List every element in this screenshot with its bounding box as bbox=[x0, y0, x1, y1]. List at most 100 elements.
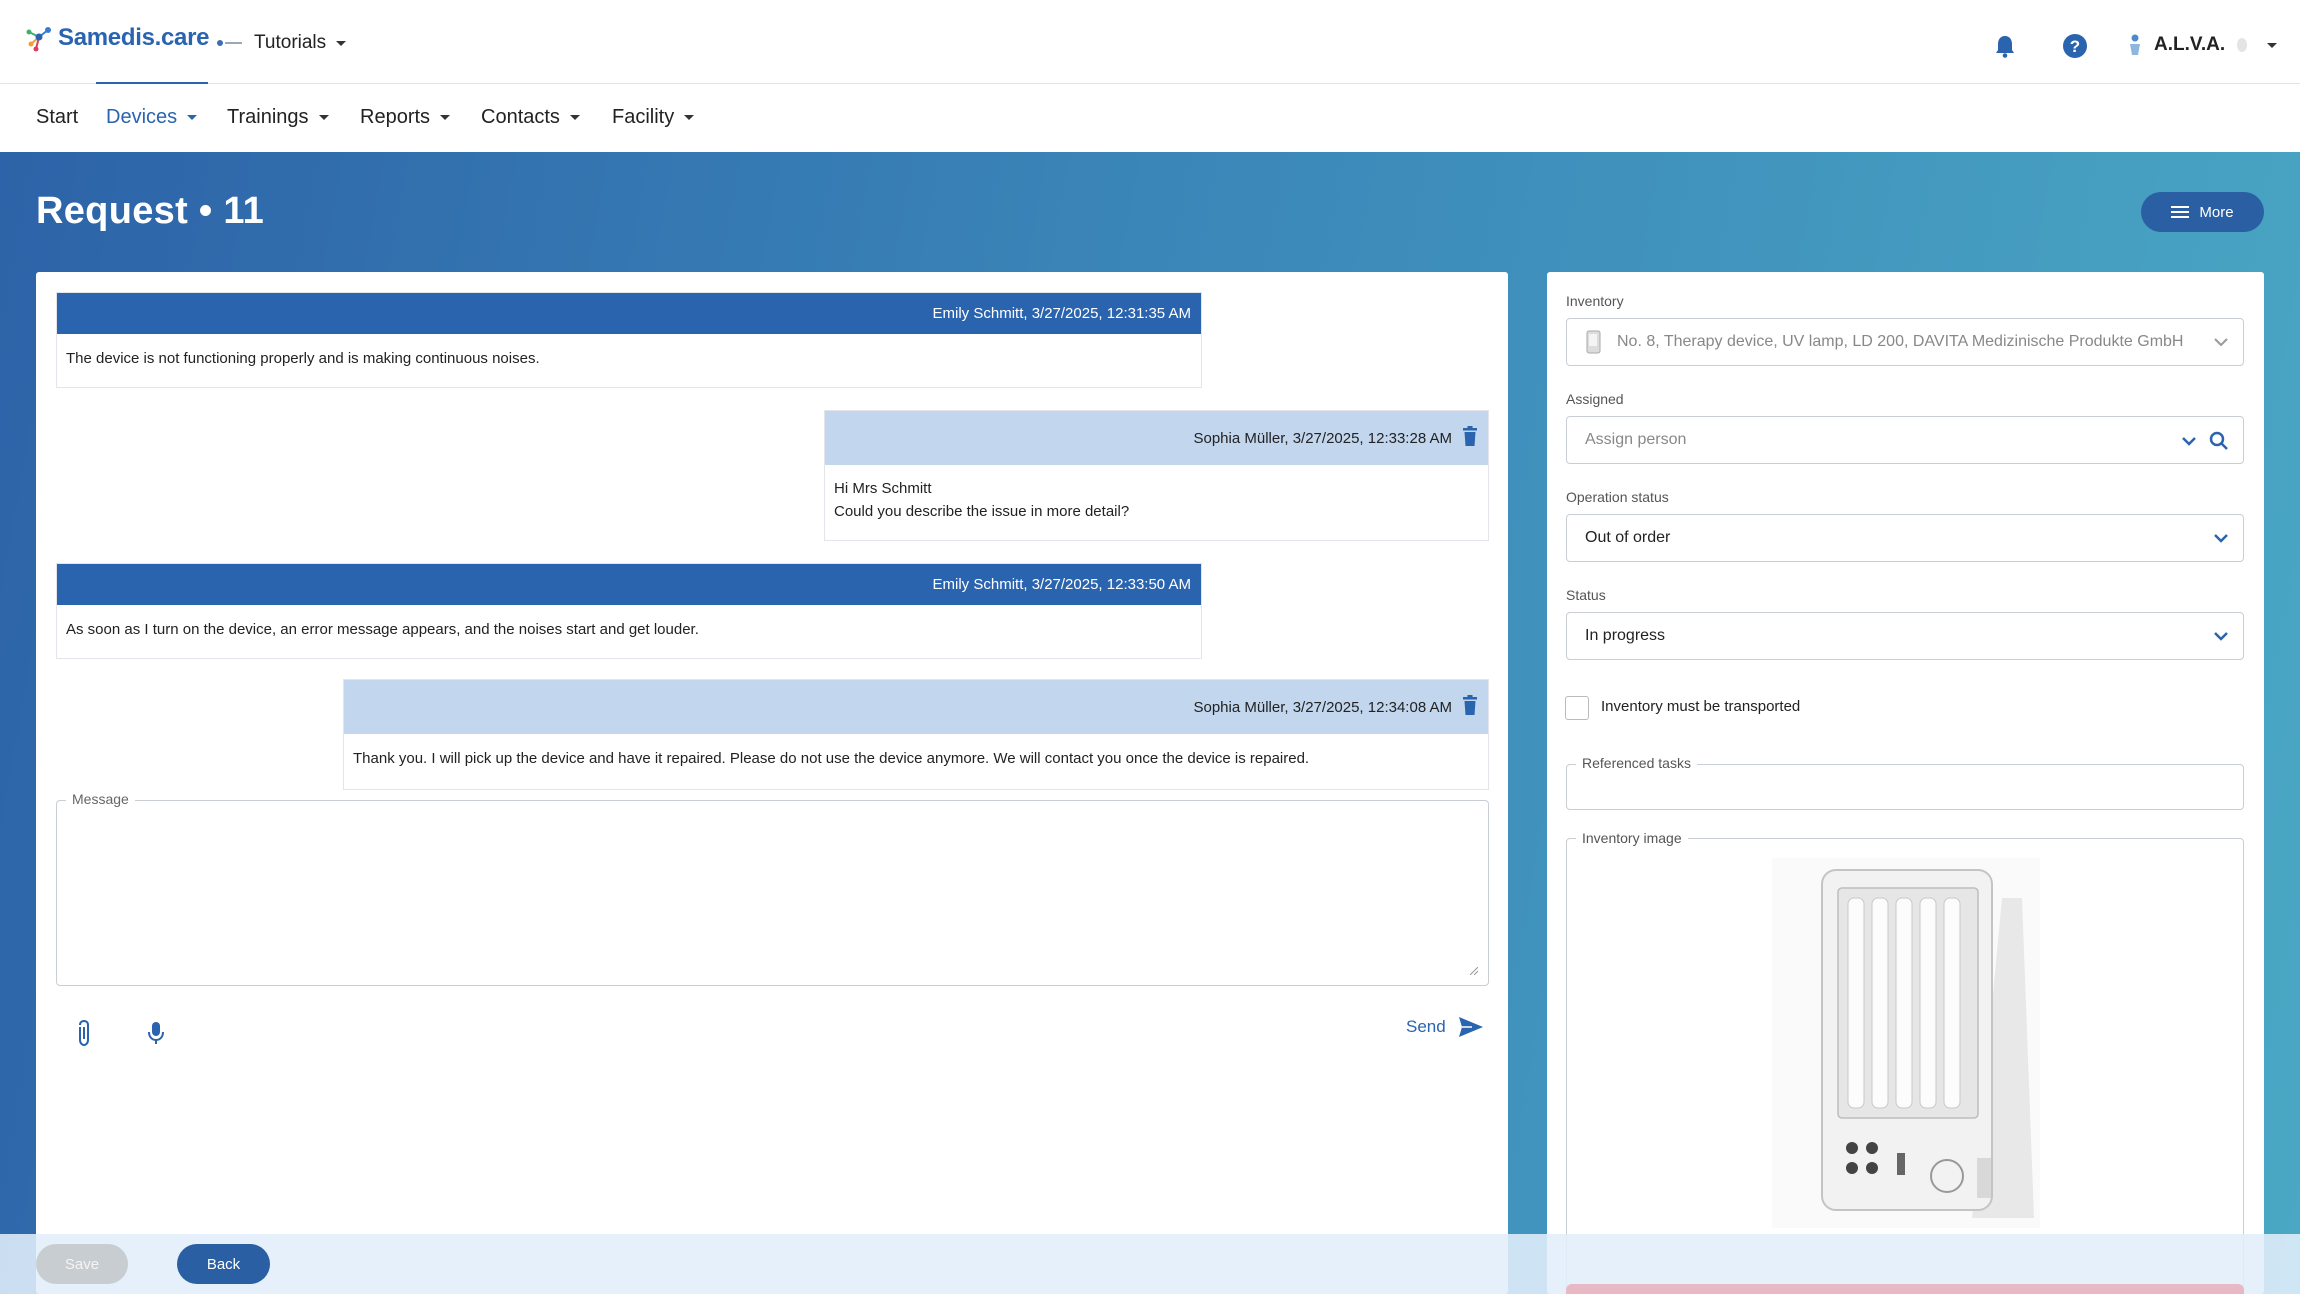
operation-status-select[interactable]: Out of order bbox=[1566, 514, 2244, 562]
message-outgoing: Sophia Müller, 3/27/2025, 12:33:28 AM Hi… bbox=[824, 410, 1489, 541]
send-icon bbox=[1458, 1017, 1483, 1037]
device-thumbnail-icon bbox=[1586, 330, 1601, 354]
tenant-name: Tutorials bbox=[254, 32, 327, 53]
message-body: As soon as I turn on the device, an erro… bbox=[66, 621, 699, 638]
nav-trainings[interactable]: Trainings bbox=[227, 106, 329, 129]
network-logo-icon bbox=[26, 27, 51, 52]
help-button[interactable]: ? bbox=[2062, 33, 2088, 64]
back-button[interactable]: Back bbox=[177, 1244, 270, 1284]
message-label: Message bbox=[66, 791, 135, 807]
chevron-down-icon bbox=[318, 115, 329, 120]
message-line: Hi Mrs Schmitt bbox=[834, 480, 932, 497]
inventory-label: Inventory bbox=[1566, 293, 1624, 309]
tenant-logo-icon bbox=[217, 40, 242, 46]
message-body: Thank you. I will pick up the device and… bbox=[353, 750, 1310, 767]
message-body: Hi Mrs Schmitt Could you describe the is… bbox=[825, 465, 1488, 536]
top-bar: Samedis.care Tutorials ? A.L.V.A. bbox=[0, 0, 2300, 84]
message-author: Emily Schmitt, 3/27/2025, 12:33:50 AM bbox=[932, 576, 1191, 593]
operation-status-label: Operation status bbox=[1566, 489, 1669, 505]
operation-status-value: Out of order bbox=[1585, 529, 1671, 546]
assigned-placeholder: Assign person bbox=[1585, 431, 1687, 448]
trash-icon bbox=[1463, 426, 1477, 446]
message-author: Emily Schmitt, 3/27/2025, 12:31:35 AM bbox=[932, 305, 1191, 322]
delete-bar[interactable] bbox=[1566, 1284, 2244, 1294]
nav-start[interactable]: Start bbox=[36, 106, 78, 129]
attach-button[interactable] bbox=[74, 1019, 94, 1052]
status-value: In progress bbox=[1585, 627, 1666, 644]
transport-checkbox[interactable] bbox=[1565, 696, 1589, 720]
message-incoming: Emily Schmitt, 3/27/2025, 12:33:50 AM As… bbox=[56, 563, 1202, 659]
save-button[interactable]: Save bbox=[36, 1244, 128, 1284]
nav-start-label: Start bbox=[36, 106, 79, 128]
main-nav: Start Devices Trainings Reports Contacts… bbox=[0, 84, 2300, 152]
message-header: Emily Schmitt, 3/27/2025, 12:31:35 AM bbox=[57, 293, 1201, 334]
message-header: Sophia Müller, 3/27/2025, 12:34:08 AM bbox=[344, 680, 1488, 734]
delete-message-button[interactable] bbox=[1462, 426, 1478, 450]
message-incoming: Emily Schmitt, 3/27/2025, 12:31:35 AM Th… bbox=[56, 292, 1202, 388]
status-label: Status bbox=[1566, 587, 1606, 603]
inventory-value: No. 8, Therapy device, UV lamp, LD 200, … bbox=[1617, 333, 2187, 350]
tenant-selector[interactable]: Tutorials bbox=[216, 32, 347, 54]
chevron-down-icon bbox=[2214, 534, 2228, 543]
message-author: Sophia Müller, 3/27/2025, 12:34:08 AM bbox=[1193, 698, 1452, 716]
chevron-down-icon bbox=[2267, 42, 2278, 48]
message-header: Sophia Müller, 3/27/2025, 12:33:28 AM bbox=[825, 411, 1488, 465]
referenced-tasks-label: Referenced tasks bbox=[1576, 755, 1697, 771]
page-title: Request • 11 bbox=[36, 190, 265, 232]
menu-icon bbox=[2171, 206, 2190, 218]
send-button[interactable]: Send bbox=[1406, 1016, 1484, 1038]
help-icon: ? bbox=[2063, 34, 2087, 58]
inventory-image-label: Inventory image bbox=[1576, 830, 1688, 846]
search-icon[interactable] bbox=[2209, 431, 2229, 451]
message-author: Sophia Müller, 3/27/2025, 12:33:28 AM bbox=[1193, 429, 1452, 447]
chevron-down-icon bbox=[336, 40, 347, 46]
chevron-down-icon bbox=[569, 115, 580, 120]
user-icon bbox=[2130, 34, 2140, 55]
chevron-down-icon bbox=[187, 115, 198, 120]
assigned-label: Assigned bbox=[1566, 391, 1624, 407]
nav-contacts[interactable]: Contacts bbox=[481, 106, 580, 129]
more-label: More bbox=[2199, 203, 2234, 221]
trash-icon bbox=[1463, 695, 1477, 715]
nav-active-indicator bbox=[96, 82, 208, 84]
nav-devices[interactable]: Devices bbox=[106, 106, 198, 129]
chevron-down-icon bbox=[440, 115, 451, 120]
message-input[interactable] bbox=[56, 800, 1489, 986]
svg-text:?: ? bbox=[2070, 37, 2080, 56]
delete-message-button[interactable] bbox=[1462, 695, 1478, 719]
nav-devices-label: Devices bbox=[106, 106, 178, 128]
nav-trainings-label: Trainings bbox=[227, 106, 309, 128]
chevron-down-icon bbox=[684, 115, 695, 120]
bell-icon bbox=[1996, 36, 2014, 58]
uv-lamp-image bbox=[1772, 858, 2040, 1228]
resize-handle-icon[interactable] bbox=[1470, 967, 1478, 975]
microphone-icon bbox=[148, 1022, 164, 1044]
nav-contacts-label: Contacts bbox=[481, 106, 560, 128]
chevron-down-icon bbox=[2214, 338, 2228, 347]
inventory-select[interactable]: No. 8, Therapy device, UV lamp, LD 200, … bbox=[1566, 318, 2244, 366]
avatar-icon bbox=[2237, 38, 2248, 52]
paperclip-icon bbox=[79, 1019, 89, 1047]
nav-facility-label: Facility bbox=[612, 106, 675, 128]
voice-record-button[interactable] bbox=[146, 1019, 166, 1052]
user-menu[interactable]: A.L.V.A. bbox=[2126, 33, 2278, 57]
assigned-select[interactable]: Assign person bbox=[1566, 416, 2244, 464]
logo-text: Samedis.care bbox=[58, 24, 210, 51]
transport-label: Inventory must be transported bbox=[1601, 698, 1801, 715]
app-logo[interactable]: Samedis.care bbox=[26, 24, 209, 52]
message-line: Could you describe the issue in more det… bbox=[834, 503, 1130, 520]
nav-reports-label: Reports bbox=[360, 106, 431, 128]
more-button[interactable]: More bbox=[2141, 192, 2264, 232]
message-header: Emily Schmitt, 3/27/2025, 12:33:50 AM bbox=[57, 564, 1201, 605]
chevron-down-icon[interactable] bbox=[2181, 436, 2197, 446]
nav-reports[interactable]: Reports bbox=[360, 106, 451, 129]
nav-facility[interactable]: Facility bbox=[612, 106, 695, 129]
message-body: The device is not functioning properly a… bbox=[66, 350, 540, 367]
user-name: A.L.V.A. bbox=[2154, 34, 2226, 55]
notifications-button[interactable] bbox=[1994, 34, 2016, 63]
chevron-down-icon bbox=[2214, 632, 2228, 641]
message-outgoing: Sophia Müller, 3/27/2025, 12:34:08 AM Th… bbox=[343, 679, 1489, 790]
status-select[interactable]: In progress bbox=[1566, 612, 2244, 660]
inventory-image[interactable] bbox=[1772, 858, 2040, 1228]
send-label: Send bbox=[1406, 1017, 1446, 1036]
